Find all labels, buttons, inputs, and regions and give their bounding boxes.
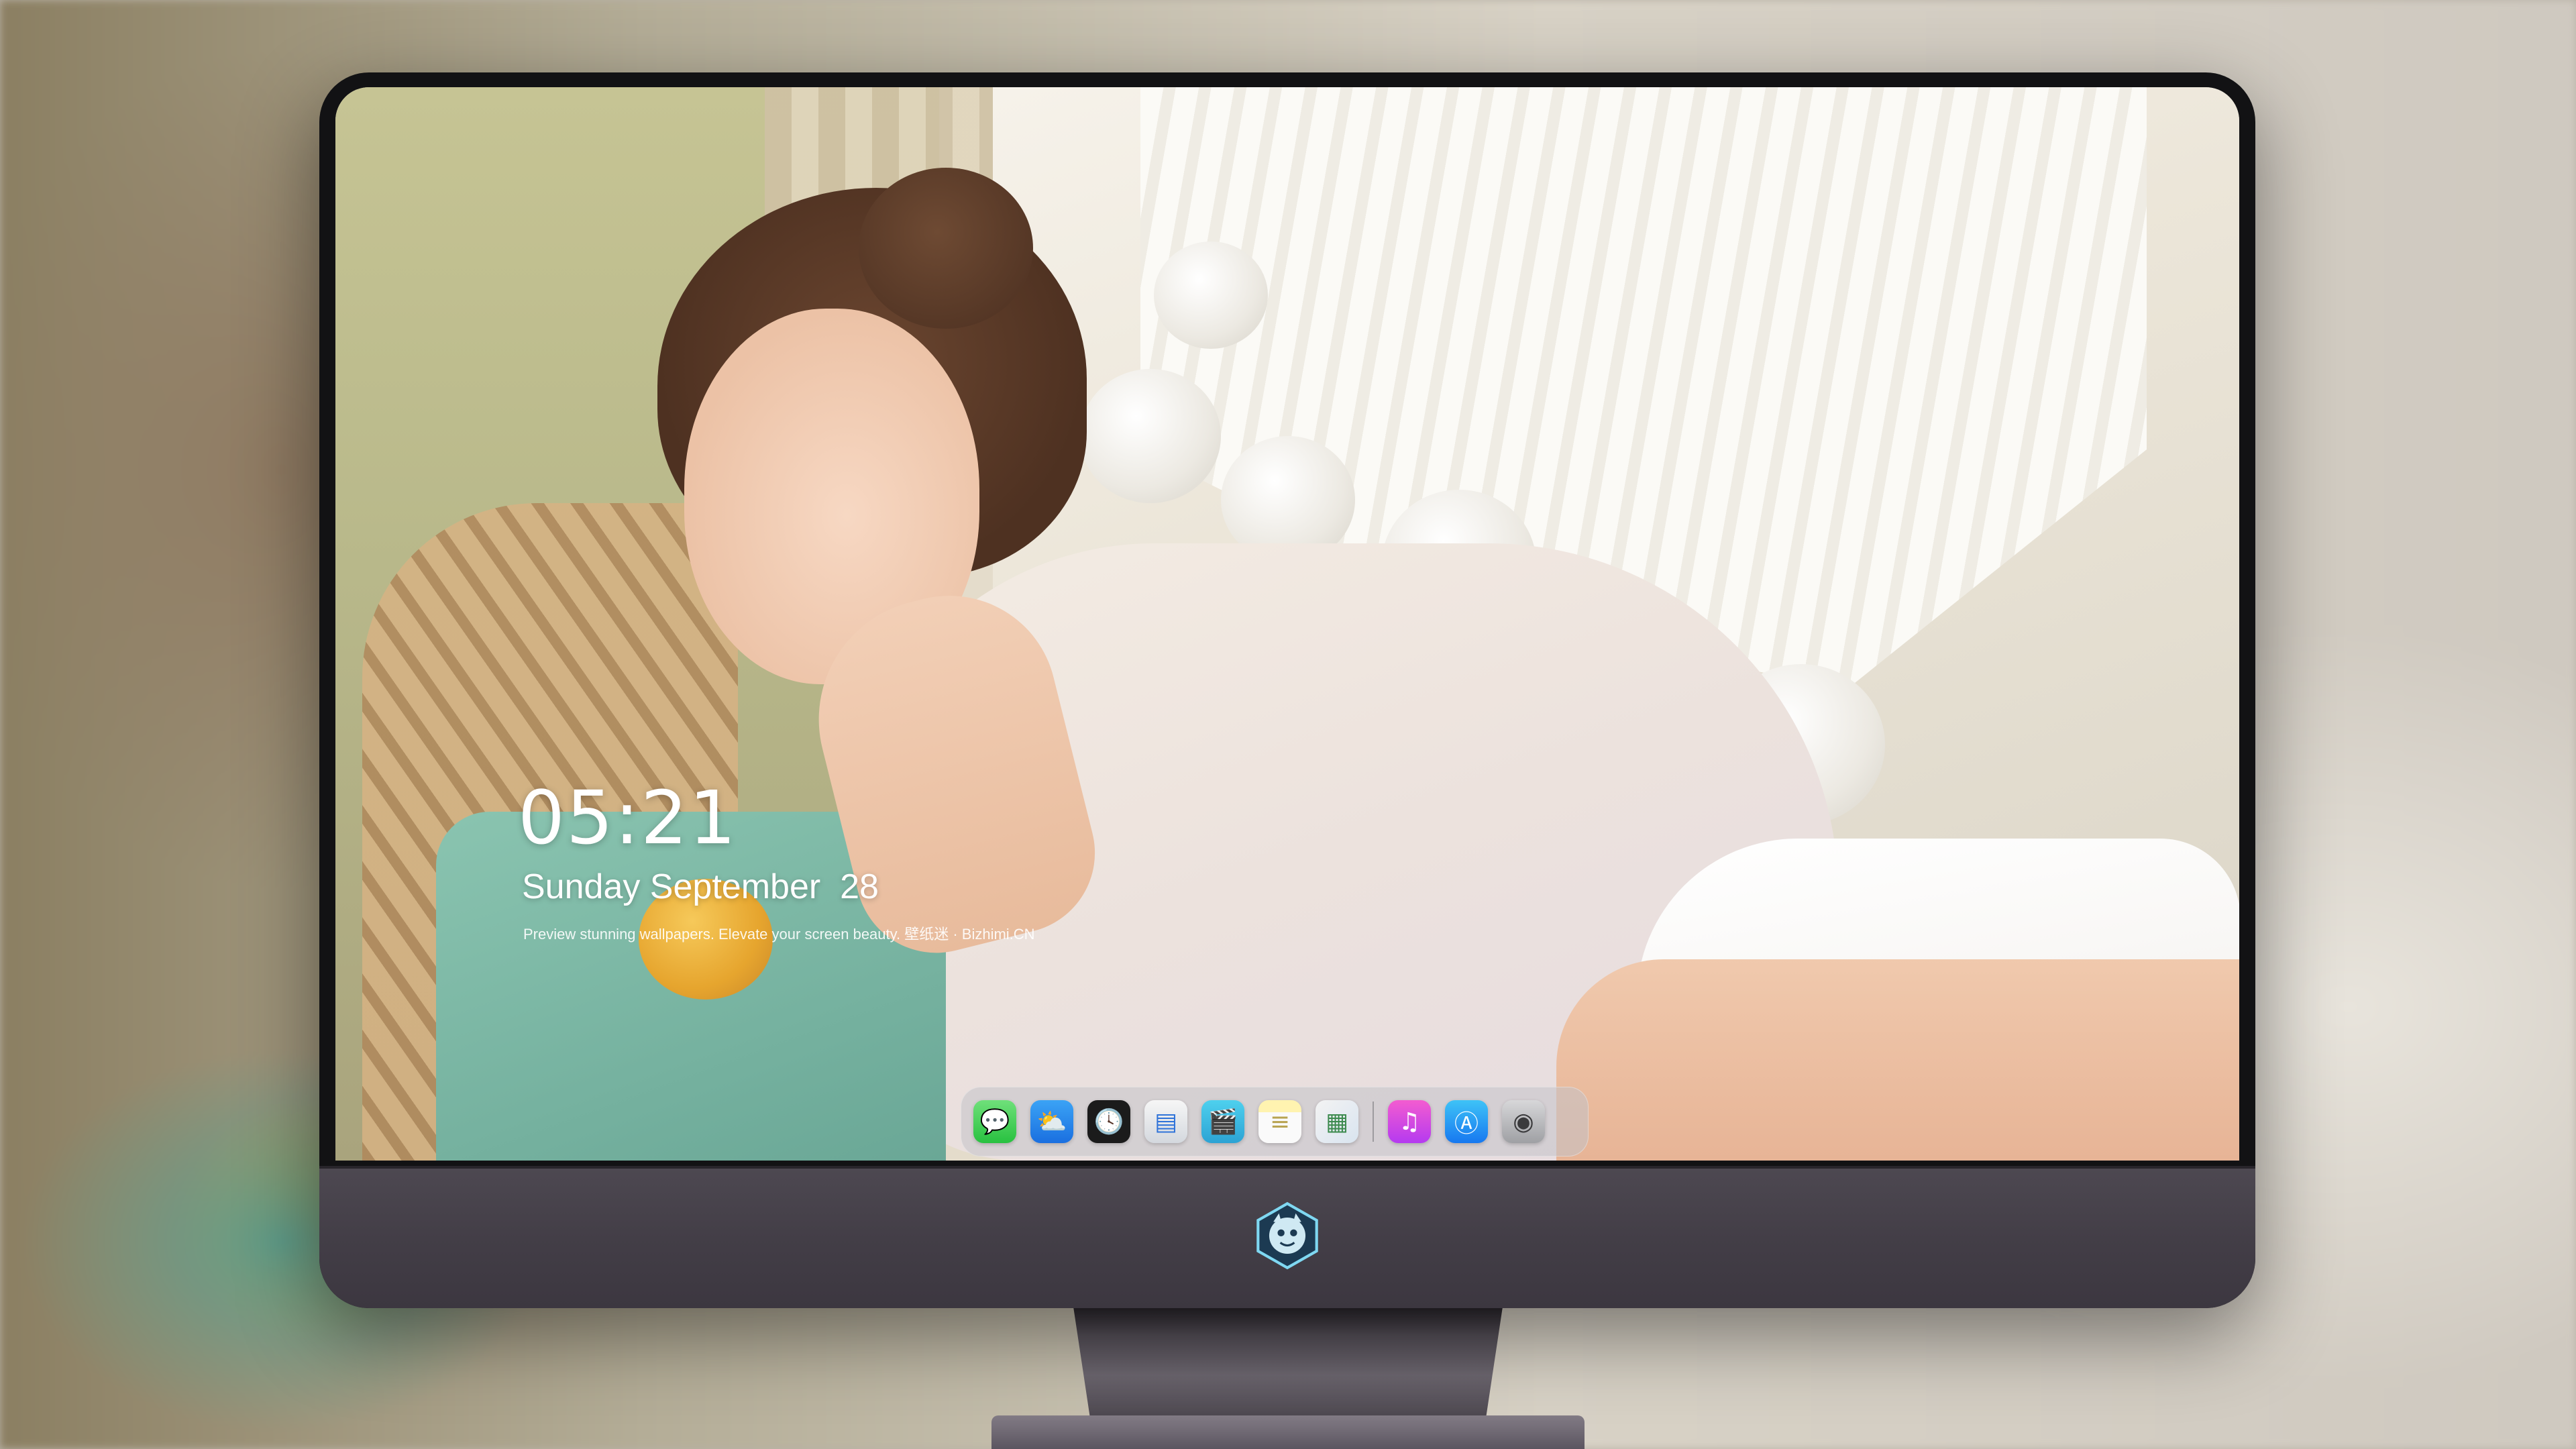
monitor-chin [319,1166,2255,1308]
camera-icon[interactable]: ◉ [1502,1100,1545,1143]
preview-glyph: ▤ [1154,1108,1177,1136]
wallpaper-figure-bun [859,168,1033,329]
wallpaper-figure-legs [1556,959,2239,1161]
monitor: 05:21 Sunday September 28 Preview stunni… [319,72,2255,1308]
app-store-icon[interactable]: Ⓐ [1445,1100,1488,1143]
camera-glyph: ◉ [1513,1108,1534,1136]
wallpaper-pompom [1154,241,1268,349]
lock-screen: 05:21 Sunday September 28 Preview stunni… [335,87,2239,1161]
weather-icon[interactable]: ⛅ [1030,1100,1073,1143]
messages-icon[interactable]: 💬 [973,1100,1016,1143]
notes-icon[interactable]: ≡ [1258,1100,1301,1143]
notes-glyph: ≡ [1269,1108,1291,1136]
dock: 💬 ⛅ 🕓 ▤ 🎬 ≡ ▦ ♫ Ⓐ ◉ [961,1087,1589,1157]
music-glyph: ♫ [1398,1108,1421,1136]
preview-icon[interactable]: ▤ [1144,1100,1187,1143]
monitor-stand-neck [1073,1307,1503,1421]
dock-separator [1373,1102,1374,1142]
wallpaper-tagline: Preview stunning wallpapers. Elevate you… [523,926,1035,943]
lock-screen-date: Sunday September 28 [522,867,879,906]
monitor-stand-foot [991,1415,1585,1449]
lock-screen-time: 05:21 [518,775,738,861]
wallpaper-pompom [1080,369,1221,503]
clock-glyph: 🕓 [1093,1108,1124,1136]
clock-icon[interactable]: 🕓 [1087,1100,1130,1143]
weather-glyph: ⛅ [1036,1108,1067,1136]
music-note-icon[interactable]: ♫ [1388,1100,1431,1143]
photo-gallery-icon[interactable]: ▦ [1316,1100,1358,1143]
mascot-logo-icon [1256,1201,1318,1270]
clapperboard-glyph: 🎬 [1208,1108,1238,1136]
photos-glyph: ▦ [1325,1108,1348,1136]
clapperboard-icon[interactable]: 🎬 [1201,1100,1244,1143]
app-store-glyph: Ⓐ [1454,1110,1479,1138]
messages-glyph: 💬 [979,1108,1010,1136]
